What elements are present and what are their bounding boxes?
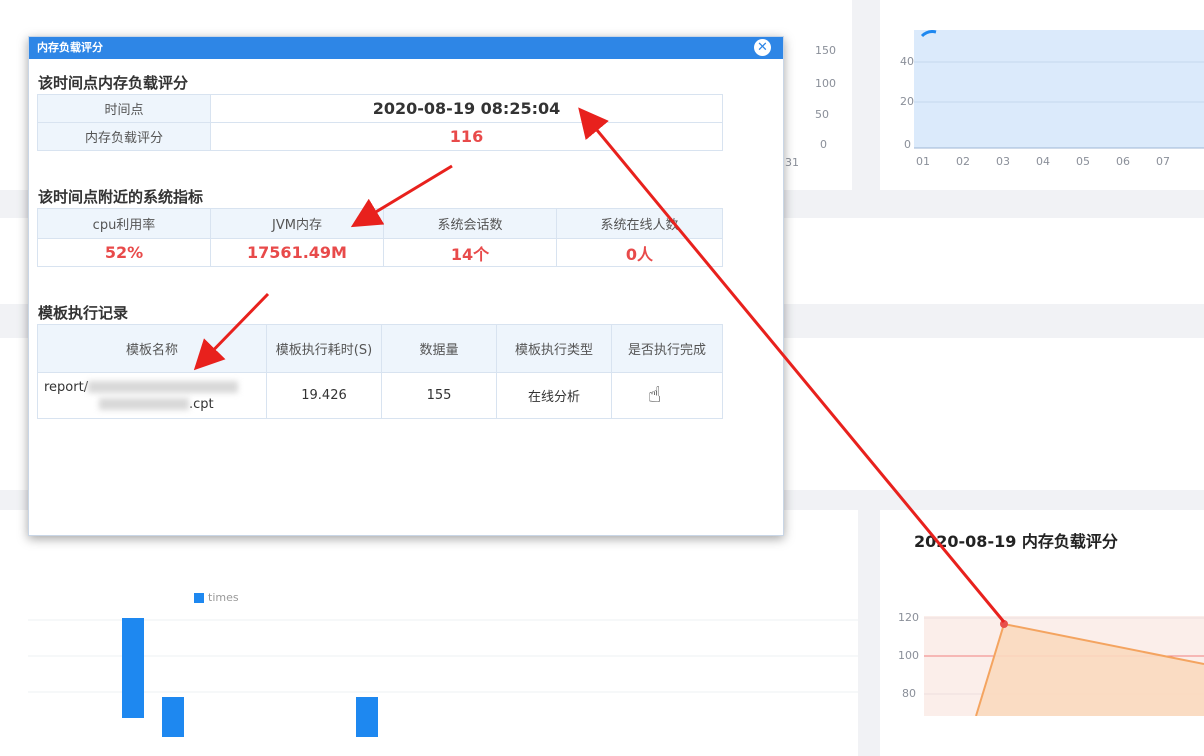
axis-tick: 0 — [904, 138, 911, 151]
axis-tick: 40 — [900, 55, 914, 68]
axis-tick: 150 — [815, 44, 836, 57]
score-section-title: 该时间点内存负载评分 — [38, 74, 189, 92]
dialog-title: 内存负载评分 — [37, 41, 103, 54]
axis-tick: 120 — [898, 611, 919, 624]
axis-tick: 0 — [820, 138, 827, 151]
metrics-section-title: 该时间点附近的系统指标 — [38, 188, 204, 206]
axis-tick: 05 — [1076, 155, 1090, 168]
col-duration: 模板执行耗时(S) — [266, 324, 382, 373]
col-data-count: 数据量 — [381, 324, 497, 373]
axis-tick: 20 — [900, 95, 914, 108]
table-row: 52% 17561.49M 14个 0人 — [37, 238, 723, 267]
dashboard-gap-vertical-bottom — [858, 510, 880, 756]
duration-value: 19.426 — [266, 372, 382, 419]
metrics-table: cpu利用率 JVM内存 系统会话数 系统在线人数 52% 17561.49M … — [37, 208, 723, 267]
exec-type-value: 在线分析 — [496, 372, 612, 419]
score-table: 时间点 2020-08-19 08:25:04 内存负载评分 116 — [37, 94, 723, 151]
time-label: 时间点 — [37, 94, 211, 123]
axis-tick: 02 — [956, 155, 970, 168]
bar — [162, 697, 184, 737]
template-name-cell: report/ .cpt — [37, 372, 267, 419]
score-label: 内存负载评分 — [37, 122, 211, 151]
bar — [356, 697, 378, 737]
score-chart-title: 2020-08-19 内存负载评分 — [914, 532, 1118, 551]
cpu-value: 52% — [37, 238, 211, 267]
score-chart-plot — [924, 616, 1204, 716]
template-name-prefix: report/ — [44, 379, 89, 395]
col-template-name: 模板名称 — [37, 324, 267, 373]
axis-tick: 01 — [916, 155, 930, 168]
top-right-area — [914, 30, 1204, 149]
bar — [122, 618, 144, 718]
template-section-title: 模板执行记录 — [38, 304, 129, 322]
bar-chart-grid — [28, 619, 858, 693]
close-icon[interactable]: ✕ — [754, 39, 771, 56]
hand-cursor-icon: ☝ — [648, 383, 662, 408]
col-exec-type: 模板执行类型 — [496, 324, 612, 373]
session-count-value: 14个 — [383, 238, 557, 267]
col-completed: 是否执行完成 — [611, 324, 723, 373]
axis-tick: 31 — [785, 156, 799, 169]
axis-tick: 03 — [996, 155, 1010, 168]
table-row: 时间点 2020-08-19 08:25:04 — [37, 94, 723, 123]
legend-swatch — [194, 593, 204, 603]
completed-cell[interactable]: ☝ — [611, 372, 723, 419]
table-row: report/ .cpt 19.426 155 在线分析 ☝ — [37, 372, 723, 419]
table-row: 内存负载评分 116 — [37, 122, 723, 151]
template-name-suffix: .cpt — [189, 396, 214, 412]
metric-header: cpu利用率 — [37, 208, 211, 239]
axis-tick: 100 — [815, 77, 836, 90]
redacted-name — [99, 398, 189, 410]
jvm-memory-value: 17561.49M — [210, 238, 384, 267]
metric-header: JVM内存 — [210, 208, 384, 239]
redacted-name — [88, 381, 239, 393]
dialog-header: 内存负载评分 ✕ — [29, 37, 783, 59]
template-table: 模板名称 模板执行耗时(S) 数据量 模板执行类型 是否执行完成 report/… — [37, 324, 723, 419]
time-value: 2020-08-19 08:25:04 — [210, 94, 723, 123]
metric-header: 系统在线人数 — [556, 208, 723, 239]
online-users-value: 0人 — [556, 238, 723, 267]
axis-tick: 06 — [1116, 155, 1130, 168]
axis-tick: 80 — [902, 687, 916, 700]
table-row: cpu利用率 JVM内存 系统会话数 系统在线人数 — [37, 208, 723, 239]
axis-tick: 04 — [1036, 155, 1050, 168]
dashboard-gap-vertical-top — [852, 0, 880, 190]
axis-tick: 07 — [1156, 155, 1170, 168]
axis-tick: 50 — [815, 108, 829, 121]
axis-tick: 100 — [898, 649, 919, 662]
data-count-value: 155 — [381, 372, 497, 419]
score-value: 116 — [210, 122, 723, 151]
legend-label: times — [208, 591, 239, 604]
metric-header: 系统会话数 — [383, 208, 557, 239]
table-row: 模板名称 模板执行耗时(S) 数据量 模板执行类型 是否执行完成 — [37, 324, 723, 373]
